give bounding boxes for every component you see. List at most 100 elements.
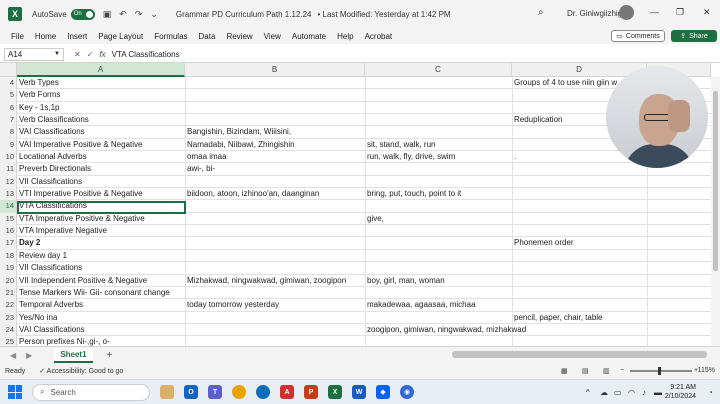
cell-b-12[interactable] — [185, 176, 365, 188]
menu-data[interactable]: Data — [199, 32, 216, 41]
user-name[interactable]: Dr. Giniwgiizhig — [567, 9, 622, 18]
row-header[interactable]: 18 — [0, 249, 17, 263]
cell-b-22[interactable]: today tomorrow yesterday — [185, 299, 365, 311]
cell-c-6[interactable] — [365, 102, 512, 114]
horizontal-scrollbar[interactable] — [452, 351, 707, 358]
customize-toolbar-icon[interactable]: ⌄ — [150, 9, 158, 20]
cell-a-9[interactable]: VAI Imperative Positive & Negative — [17, 139, 185, 151]
menu-formulas[interactable]: Formulas — [154, 32, 187, 41]
cell-a-20[interactable]: VII Independent Positive & Negative — [17, 275, 185, 287]
cell-c-19[interactable] — [365, 262, 512, 274]
row-header[interactable]: 19 — [0, 262, 17, 275]
taskbar-clock[interactable]: 9:21 AM 2/10/2024 — [665, 383, 696, 401]
menu-automate[interactable]: Automate — [292, 32, 326, 41]
cell-a-17[interactable]: Day 2 — [17, 237, 185, 249]
cell-c-23[interactable] — [365, 312, 512, 324]
cell-c-14[interactable] — [365, 200, 512, 212]
cell-b-13[interactable]: biidoon, atoon, izhinoo'an, daanginan — [185, 188, 365, 200]
row-header[interactable]: 10 — [0, 151, 17, 164]
tray-battery-icon[interactable]: ▬ — [654, 388, 662, 397]
chevron-down-icon[interactable]: ▼ — [54, 51, 60, 57]
row-header[interactable]: 16 — [0, 225, 17, 238]
enter-icon[interactable]: ✓ — [87, 50, 100, 59]
tray-display-icon[interactable]: ▭ — [614, 388, 622, 397]
cell-b-4[interactable] — [185, 77, 365, 89]
insert-function-icon[interactable]: fx — [99, 50, 105, 59]
cell-c-11[interactable] — [365, 163, 512, 175]
menu-view[interactable]: View — [264, 32, 281, 41]
edge-icon[interactable] — [256, 385, 270, 399]
cell-c-4[interactable] — [365, 77, 512, 89]
comments-button[interactable]: ▭ Comments — [611, 30, 665, 42]
page-layout-icon[interactable]: ▤ — [582, 367, 589, 375]
row-header[interactable]: 14 — [0, 200, 17, 213]
cell-b-5[interactable] — [185, 89, 365, 101]
avatar[interactable] — [619, 5, 634, 20]
menu-page-layout[interactable]: Page Layout — [98, 32, 143, 41]
cell-a-10[interactable]: Locational Adverbs — [17, 151, 185, 163]
cell-a-11[interactable]: Preverb Directionals — [17, 163, 185, 175]
windows-start-icon[interactable] — [8, 385, 22, 399]
zoom-level[interactable]: 115% — [698, 367, 715, 374]
outlook-icon[interactable]: O — [184, 385, 198, 399]
taskbar-search[interactable]: ⌕ Search — [32, 383, 150, 401]
cell-a-7[interactable]: Verb Classifications — [17, 114, 185, 126]
cell-c-9[interactable]: sit, stand, walk, run — [365, 139, 512, 151]
menu-help[interactable]: Help — [337, 32, 353, 41]
row-header[interactable]: 8 — [0, 126, 17, 139]
word-icon[interactable]: W — [352, 385, 366, 399]
zoom-slider-knob[interactable] — [658, 367, 661, 375]
acrobat-icon[interactable]: A — [280, 385, 294, 399]
search-icon[interactable]: ⌕ — [538, 7, 544, 18]
zoom-out-icon[interactable]: − — [620, 367, 624, 374]
dropbox-icon[interactable]: ◆ — [376, 385, 390, 399]
row-header[interactable]: 13 — [0, 188, 17, 201]
accessibility-status[interactable]: ✓ Accessibility: Good to go — [39, 367, 123, 375]
prev-sheet-icon[interactable]: ◀ — [10, 351, 16, 360]
menu-insert[interactable]: Insert — [67, 32, 87, 41]
row-header[interactable]: 9 — [0, 138, 17, 152]
cell-c-17[interactable] — [365, 237, 512, 249]
page-break-icon[interactable]: ▥ — [603, 367, 610, 375]
name-box[interactable]: A14 ▼ — [4, 47, 64, 61]
cell-a-4[interactable]: Verb Types — [17, 77, 185, 89]
next-sheet-icon[interactable]: ▶ — [26, 351, 32, 360]
cell-a-6[interactable]: Key - 1s,1p — [17, 102, 185, 114]
cell-c-5[interactable] — [365, 89, 512, 101]
restore-icon[interactable]: ❐ — [676, 7, 684, 18]
teams-icon[interactable]: T — [208, 385, 222, 399]
cell-a-23[interactable]: Yes/No ina — [17, 312, 185, 324]
column-header-a[interactable]: A — [17, 63, 185, 77]
cell-b-24[interactable] — [185, 324, 365, 336]
cell-c-12[interactable] — [365, 176, 512, 188]
zoom-slider[interactable] — [630, 367, 692, 375]
save-icon[interactable]: ▣ — [103, 9, 112, 20]
cell-d-19[interactable] — [512, 262, 647, 274]
cell-d-12[interactable] — [512, 176, 647, 188]
cell-b-20[interactable]: Mizhakwad, ningwakwad, gimiwan, zoogipon — [185, 275, 365, 287]
cell-b-9[interactable]: Namadabi, Niibawi, Zhingishin — [185, 139, 365, 151]
cancel-icon[interactable]: ✕ — [74, 50, 87, 59]
row-header[interactable]: 20 — [0, 274, 17, 287]
menu-home[interactable]: Home — [35, 32, 56, 41]
menu-acrobat[interactable]: Acrobat — [365, 32, 393, 41]
cell-d-23[interactable]: pencil, paper, chair, table — [512, 312, 647, 324]
cell-b-17[interactable] — [185, 237, 365, 249]
vertical-scrollbar[interactable] — [711, 77, 720, 346]
document-title[interactable]: Grammar PD Curriculum Path 1.12.24 — [176, 10, 312, 19]
undo-icon[interactable]: ↶ — [119, 9, 127, 20]
cell-b-6[interactable] — [185, 102, 365, 114]
row-header[interactable]: 12 — [0, 175, 17, 189]
cell-c-24[interactable]: zoogipon, gimiwan, ningwakwad, mizhakwad — [365, 324, 526, 336]
cell-d-14[interactable] — [512, 200, 647, 212]
cell-a-24[interactable]: VAI Classifications — [17, 324, 185, 336]
row-header[interactable]: 4 — [0, 77, 17, 90]
cell-d-13[interactable] — [512, 188, 647, 200]
cell-d-20[interactable] — [512, 275, 647, 287]
row-header[interactable]: 15 — [0, 212, 17, 226]
menu-review[interactable]: Review — [226, 32, 252, 41]
cell-c-7[interactable] — [365, 114, 512, 126]
minimize-icon[interactable]: — — [650, 7, 659, 17]
cell-b-15[interactable] — [185, 213, 365, 225]
row-header[interactable]: 6 — [0, 101, 17, 115]
